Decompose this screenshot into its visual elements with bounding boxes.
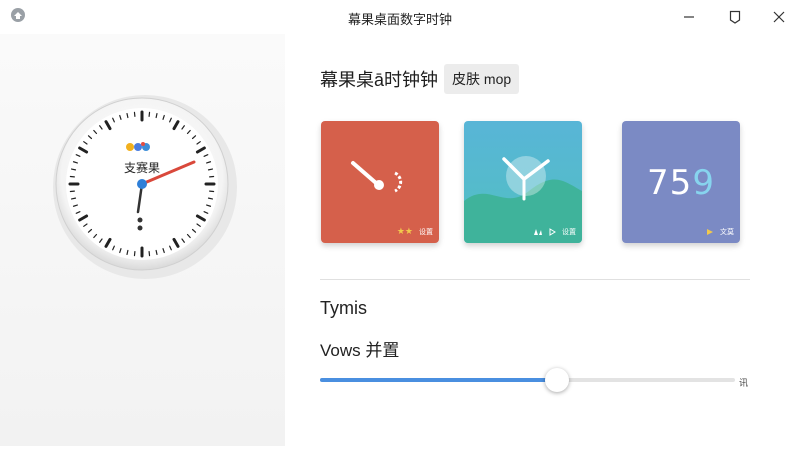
slider-thumb[interactable] [544,368,569,392]
play-icon [707,229,713,235]
skin-card-purple[interactable]: 759 文莫 [622,121,740,243]
card-teal-footer: 设置 [533,227,576,237]
settings-label: 设置 [562,229,576,236]
close-button[interactable] [756,0,800,34]
clock-center-pin [137,179,147,189]
clock-preview-panel: 支赛果 [0,34,285,446]
slider-fill [320,378,557,382]
red-clock-illustration [351,161,403,193]
clock-brand-text: 支赛果 [124,160,160,175]
minute-tick [207,168,214,171]
close-icon [773,11,785,23]
skin-chip[interactable]: 皮肤 mop [444,64,520,94]
volume-label: Vows 并置 [320,341,400,360]
volume-slider[interactable] [320,368,735,392]
star-icon: ★★ [396,226,413,236]
section-divider [320,279,750,280]
hand-icon [534,229,542,235]
analog-clock: 支赛果 [50,92,240,282]
digital-time-display: 759 [622,163,740,203]
minute-tick [70,168,77,171]
teal-clock-illustration [464,156,582,243]
card-label: 文莫 [720,229,734,236]
clock-face: 支赛果 [53,95,237,279]
digits-main: 75 [647,163,693,203]
minute-tick [70,197,77,200]
maximize-button[interactable] [712,0,758,34]
settings-heading: 幕果桌ā时钟钟 [320,70,439,90]
play-icon [549,228,556,236]
minimize-button[interactable] [666,0,712,34]
maximize-icon [729,10,741,24]
slider-end-label: 讯 [739,378,749,388]
skin-card-teal[interactable]: 设置 [464,121,582,243]
title-bar: 幕果桌面数字时钟 [0,0,800,34]
minute-tick [155,249,158,256]
card-red-footer: ★★ 设置 [397,226,433,237]
minute-tick [207,197,214,200]
skin-card-red[interactable]: ★★ 设置 [321,121,439,243]
minimize-icon [684,16,694,18]
skin-header: 幕果桌ā时钟钟 皮肤 mop [320,64,520,94]
minute-tick [155,112,158,119]
section-title: Tymis [320,298,367,318]
digits-accent: 9 [692,163,715,203]
card-purple-footer: 文莫 [706,227,734,237]
brand-logo [126,142,150,151]
minute-tick [126,112,129,119]
settings-label: 设置 [419,228,433,236]
minute-tick [126,249,129,256]
